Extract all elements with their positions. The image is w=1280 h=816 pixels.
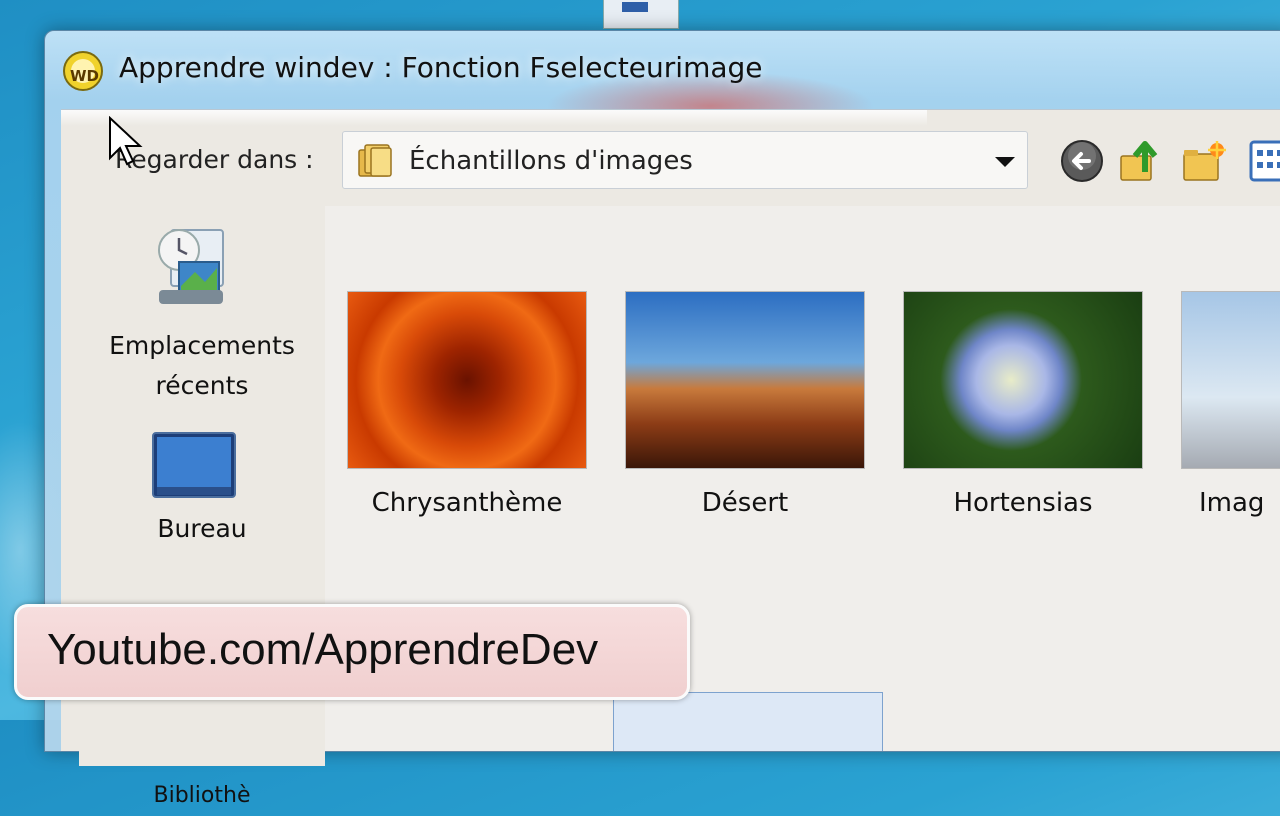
place-libraries-label: Bibliothè	[153, 783, 251, 808]
place-recent-label-line1: Emplacements	[109, 331, 295, 360]
window-title: Apprendre windev : Fonction Fselecteurim…	[119, 51, 763, 84]
place-desktop-label: Bureau	[157, 514, 247, 543]
place-recent-locations[interactable]: Emplacements récents	[79, 226, 325, 400]
image-thumbnail-desert	[625, 291, 865, 469]
back-icon[interactable]	[1059, 138, 1105, 184]
file-name-label: Chrysanthème	[371, 488, 563, 518]
image-thumbnail-penguins	[1181, 291, 1280, 469]
chevron-down-icon[interactable]	[995, 157, 1015, 167]
selected-file-tile[interactable]	[613, 692, 883, 751]
client-top-gloss	[61, 110, 927, 126]
place-recent-label-line2: récents	[155, 371, 249, 400]
channel-overlay-banner: Youtube.com/ApprendreDev	[14, 604, 690, 700]
channel-url-text: Youtube.com/ApprendreDev	[47, 625, 599, 674]
look-in-dropdown[interactable]: Échantillons d'images	[342, 131, 1028, 189]
file-name-label: Hortensias	[953, 488, 1093, 518]
file-name-label: Désert	[701, 488, 789, 518]
recent-places-icon	[158, 229, 224, 304]
new-folder-icon[interactable]	[1181, 138, 1227, 184]
svg-text:WD: WD	[70, 67, 99, 85]
desktop-icon	[152, 432, 236, 498]
look-in-value: Échantillons d'images	[409, 146, 693, 176]
image-thumbnail-hydrangeas	[903, 291, 1143, 469]
file-name-label: Imag	[1199, 488, 1265, 518]
view-menu-icon[interactable]	[1247, 138, 1280, 184]
taskbar-document-icon[interactable]	[603, 0, 679, 29]
up-folder-icon[interactable]	[1117, 138, 1163, 184]
image-thumbnail-chrysanthemum	[347, 291, 587, 469]
place-recent-label: Emplacements récents	[79, 326, 325, 406]
folder-icon	[358, 144, 392, 177]
windev-app-icon: WD	[63, 51, 103, 91]
place-desktop[interactable]: Bureau	[79, 431, 325, 551]
mouse-cursor-icon	[109, 116, 143, 166]
title-bar[interactable]: WD Apprendre windev : Fonction Fselecteu…	[45, 31, 1280, 141]
